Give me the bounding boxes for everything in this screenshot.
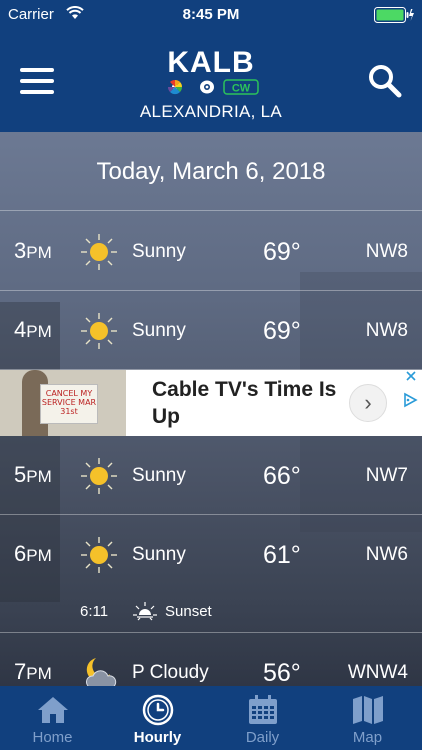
sun-icon bbox=[81, 234, 117, 270]
sunset-time: 6:11 bbox=[80, 603, 109, 620]
calendar-icon bbox=[249, 695, 277, 724]
hour-temp: 66° bbox=[263, 462, 301, 490]
hour-condition: Sunny bbox=[132, 465, 186, 486]
ad-headline[interactable]: Cable TV's Time Is Up bbox=[152, 376, 342, 430]
sun-icon bbox=[81, 313, 117, 349]
ad-arrow-button[interactable]: › bbox=[349, 384, 387, 422]
hour-temp: 69° bbox=[263, 238, 301, 266]
sunset-label: Sunset bbox=[165, 603, 212, 620]
map-icon bbox=[353, 696, 383, 724]
sun-icon bbox=[81, 458, 117, 494]
station-logo: KALB CW bbox=[150, 48, 272, 96]
app-header: KALB CW ALEXANDRIA, LA bbox=[0, 30, 422, 132]
hour-condition: Sunny bbox=[132, 241, 186, 262]
hour-row: 4PM Sunny 69° NW8 bbox=[0, 291, 422, 370]
clock-icon bbox=[142, 694, 174, 726]
menu-button[interactable] bbox=[20, 68, 54, 94]
location-label: ALEXANDRIA, LA bbox=[139, 102, 283, 121]
hour-temp: 69° bbox=[263, 317, 301, 345]
hour-wind: NW8 bbox=[365, 320, 408, 341]
status-time: 8:45 PM bbox=[182, 6, 240, 23]
hour-row: 5PM Sunny 66° NW7 bbox=[0, 436, 422, 515]
moon-cloud-icon bbox=[86, 658, 117, 686]
hour-row: 6PM Sunny 61° NW6 6:11 Sunset bbox=[0, 515, 422, 633]
ad-image: CANCEL MY SERVICE MAR 31st bbox=[0, 370, 126, 436]
hour-wind: WNW4 bbox=[347, 662, 408, 683]
sunset-icon bbox=[133, 602, 157, 621]
home-icon bbox=[38, 697, 68, 723]
ad-banner[interactable]: CANCEL MY SERVICE MAR 31st Cable TV's Ti… bbox=[0, 370, 422, 436]
hour-time: 4PM bbox=[14, 317, 52, 342]
hour-condition: Sunny bbox=[132, 544, 186, 565]
cw-logo-text: CW bbox=[232, 83, 251, 95]
tab-home[interactable]: Home bbox=[0, 686, 105, 750]
hour-wind: NW8 bbox=[365, 241, 408, 262]
sun-icon bbox=[81, 537, 117, 573]
tab-hourly[interactable]: Hourly bbox=[105, 686, 210, 750]
tab-daily[interactable]: Daily bbox=[210, 686, 315, 750]
hour-condition: P Cloudy bbox=[132, 662, 209, 683]
ad-close-icon[interactable] bbox=[404, 370, 418, 382]
search-icon[interactable] bbox=[366, 62, 404, 100]
battery-icon bbox=[374, 7, 414, 23]
status-bar: Carrier 8:45 PM bbox=[0, 0, 422, 30]
date-heading: Today, March 6, 2018 bbox=[96, 158, 326, 185]
date-header: Today, March 6, 2018 bbox=[0, 132, 422, 211]
hour-row: 3PM Sunny 69° NW8 bbox=[0, 212, 422, 291]
hour-time: 3PM bbox=[14, 238, 52, 263]
hour-temp: 56° bbox=[263, 659, 301, 686]
ad-sign: CANCEL MY SERVICE MAR 31st bbox=[40, 384, 98, 424]
hour-wind: NW7 bbox=[365, 465, 408, 486]
hour-row: 7PM P Cloudy 56° WNW4 bbox=[0, 633, 422, 686]
hour-time: 5PM bbox=[14, 462, 52, 487]
hour-condition: Sunny bbox=[132, 320, 186, 341]
hour-wind: NW6 bbox=[365, 544, 408, 565]
hour-time: 7PM bbox=[14, 659, 52, 684]
hour-temp: 61° bbox=[263, 541, 301, 569]
tab-map[interactable]: Map bbox=[315, 686, 422, 750]
hour-time: 6PM bbox=[14, 541, 52, 566]
network-logos-icon: CW bbox=[167, 79, 259, 95]
adchoices-icon[interactable] bbox=[402, 392, 418, 408]
tab-bar: Home Hourly Daily Map bbox=[0, 686, 422, 750]
